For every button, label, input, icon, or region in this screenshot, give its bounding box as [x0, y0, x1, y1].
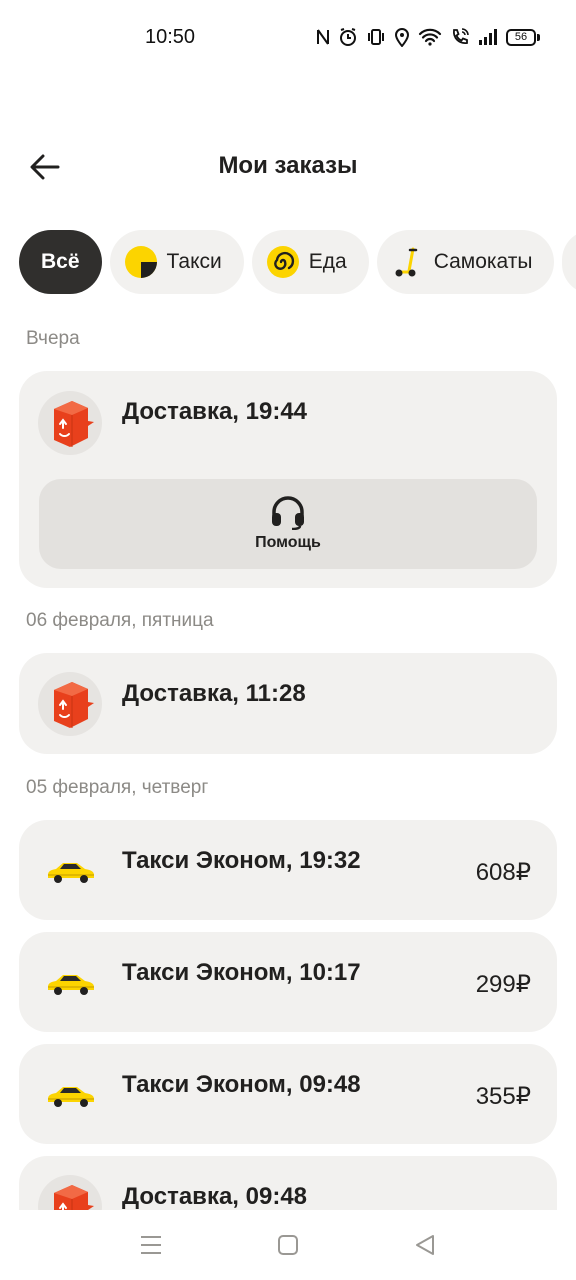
taxi-car-icon [38, 950, 102, 1014]
order-price: 355₽ [475, 1083, 531, 1110]
order-title: Такси Эконом, 19:32 [122, 847, 361, 874]
order-title: Доставка, 09:48 [122, 1183, 308, 1210]
order-card[interactable]: Такси Эконом, 10:17 299₽ [19, 932, 557, 1032]
filter-chip-label: Всё [41, 250, 80, 273]
order-card[interactable]: Доставка, 11:28 [19, 653, 557, 754]
menu-nav-button[interactable] [136, 1232, 166, 1258]
section-label: Вчера [26, 328, 80, 349]
page-title: Мои заказы [218, 152, 358, 179]
order-card[interactable]: Доставка, 19:44 Помощь [19, 371, 557, 588]
alarm-icon [338, 27, 358, 47]
order-title: Такси Эконом, 09:48 [122, 1071, 361, 1098]
section-label: 05 февраля, четверг [26, 777, 209, 798]
food-icon [266, 245, 300, 279]
delivery-box-icon [38, 391, 102, 455]
order-card[interactable]: Такси Эконом, 19:32 608₽ [19, 820, 557, 920]
taxi-icon [124, 245, 158, 279]
wifi-call-icon [450, 27, 470, 47]
scooter-icon [391, 245, 425, 279]
system-nav-bar [0, 1210, 576, 1280]
order-price: 608₽ [475, 859, 531, 886]
order-title: Доставка, 11:28 [122, 680, 306, 707]
filter-chip-label: Такси [166, 250, 222, 273]
taxi-car-icon [38, 1062, 102, 1126]
filter-chips: Всё Такси Еда Самокаты [19, 230, 576, 294]
wifi-icon [418, 28, 442, 46]
filter-chip-more[interactable] [562, 230, 576, 294]
filter-chip-food[interactable]: Еда [251, 230, 369, 294]
order-title: Такси Эконом, 10:17 [122, 959, 361, 986]
filter-chip-all[interactable]: Всё [19, 230, 102, 294]
delivery-box-icon [38, 672, 102, 736]
location-icon [394, 27, 410, 47]
status-icons: 56 [316, 26, 540, 48]
back-nav-button[interactable] [410, 1232, 440, 1258]
vibrate-icon [366, 27, 386, 47]
help-label: Помощь [255, 534, 321, 551]
taxi-car-icon [38, 838, 102, 902]
home-square-icon [278, 1235, 298, 1255]
battery-icon: 56 [506, 28, 540, 46]
headset-icon [272, 496, 304, 530]
status-time: 10:50 [145, 26, 196, 48]
section-label: 06 февраля, пятница [26, 610, 214, 631]
filter-chip-label: Самокаты [433, 250, 533, 273]
status-bar: 10:50 56 [0, 0, 576, 76]
battery-level: 56 [506, 28, 536, 46]
home-nav-button[interactable] [273, 1232, 303, 1258]
nfc-icon [316, 28, 330, 46]
order-title: Доставка, 19:44 [122, 398, 308, 425]
back-triangle-icon [416, 1235, 434, 1255]
header: Мои заказы [0, 136, 576, 198]
order-price: 299₽ [475, 971, 531, 998]
menu-icon [141, 1236, 161, 1254]
filter-chip-label: Еда [308, 250, 347, 273]
signal-icon [478, 28, 498, 46]
filter-chip-taxi[interactable]: Такси [109, 230, 244, 294]
filter-chip-scooters[interactable]: Самокаты [376, 230, 555, 294]
help-button[interactable]: Помощь [39, 479, 537, 569]
order-card[interactable]: Такси Эконом, 09:48 355₽ [19, 1044, 557, 1144]
